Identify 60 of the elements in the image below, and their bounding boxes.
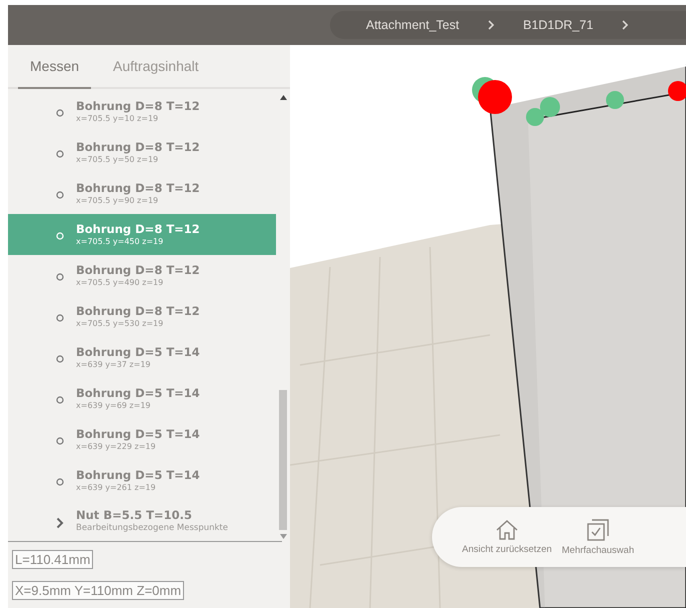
item-title: Bohrung D=5 T=14 [76,386,200,400]
chevron-right-icon [487,20,496,30]
list-item[interactable]: Bohrung D=5 T=14 x=639 y=69 z=19 [8,377,276,418]
item-coordinates: x=639 y=37 z=19 [76,360,152,369]
item-title: Bohrung D=5 T=14 [76,468,200,482]
toolbar-button[interactable]: Mehrfachauswah [562,518,634,556]
circle-icon [56,273,64,282]
circle-icon [56,191,64,200]
list-item[interactable]: Bohrung D=8 T=12 x=705.5 y=490 z=19 [8,254,276,296]
list-item[interactable]: Bohrung D=8 T=12 x=705.5 y=530 z=19 [8,296,276,336]
position-readout: X=9.5mm Y=110mm Z=0mm [12,581,184,600]
circle-icon [56,109,64,118]
home-icon [494,519,519,541]
3d-viewport[interactable]: Ansicht zurücksetzen Mehrfachauswah [290,45,686,608]
circle-icon [56,396,64,404]
breadcrumb-link[interactable]: B1D1DR_71 [523,18,594,32]
list-item[interactable]: Bohrung D=8 T=12 x=705.5 y=10 z=19 [8,91,276,132]
chevron-right-icon [621,20,630,30]
list-item[interactable]: Bohrung D=5 T=14 x=639 y=37 z=19 [8,336,276,378]
item-coordinates: x=705.5 y=90 z=19 [76,196,160,206]
item-title: Bohrung D=8 T=12 [76,99,200,114]
circle-icon [56,150,64,158]
list-item[interactable]: Bohrung D=8 T=12 x=705.5 y=450 z=19 [8,214,276,255]
scrollbar-thumb[interactable] [279,390,287,530]
item-coordinates: x=639 y=69 z=19 [76,400,152,410]
tab[interactable]: Messen [18,45,92,89]
chevron-right-icon [56,516,64,529]
list-item[interactable]: Bohrung D=5 T=14 x=639 y=229 z=19 [8,418,276,460]
item-title: Bohrung D=8 T=12 [76,222,200,236]
length-readout: L=110.41mm [12,550,94,569]
breadcrumb-link[interactable]: Attachment_Test [366,18,460,32]
item-coordinates: Bearbeitungsbezogene Messpunkte [76,523,228,534]
item-coordinates: x=639 y=229 z=19 [76,442,157,451]
item-title: Bohrung D=8 T=12 [76,181,200,196]
toolbar-button[interactable]: Ansicht zurücksetzen [462,519,552,555]
item-title: Bohrung D=8 T=12 [76,304,200,318]
circle-icon [56,354,64,363]
list-item[interactable]: Bohrung D=8 T=12 x=705.5 y=50 z=19 [8,132,276,173]
circle-icon [56,232,64,240]
item-coordinates: x=705.5 y=490 z=19 [76,278,164,288]
item-title: Bohrung D=5 T=14 [76,426,200,441]
checkbox-stack-icon [586,518,610,542]
arrow-up-icon [280,95,286,100]
arrow-down-icon [280,534,286,539]
list-item[interactable]: Nut B=5.5 T=10.5 Bearbeitungsbezogene Messpunkte [8,500,276,541]
item-coordinates: x=705.5 y=50 z=19 [76,155,160,164]
item-coordinates: x=705.5 y=450 z=19 [76,237,164,246]
list-item[interactable]: Bohrung D=8 T=12 x=705.5 y=90 z=19 [8,172,276,214]
tab[interactable]: Auftragsinhalt [91,45,221,89]
item-coordinates: x=639 y=261 z=19 [76,482,157,492]
list-item[interactable]: Bohrung D=5 T=14 x=639 y=261 z=19 [8,459,276,500]
item-title: Nut B=5.5 T=10.5 [76,508,193,522]
circle-icon [56,478,64,486]
item-coordinates: x=705.5 y=10 z=19 [76,114,160,124]
circle-icon [56,314,64,322]
item-title: Bohrung D=8 T=12 [76,263,200,278]
circle-icon [56,436,64,445]
item-title: Bohrung D=8 T=12 [76,140,200,154]
item-title: Bohrung D=5 T=14 [76,344,200,359]
item-coordinates: x=705.5 y=530 z=19 [76,318,164,328]
